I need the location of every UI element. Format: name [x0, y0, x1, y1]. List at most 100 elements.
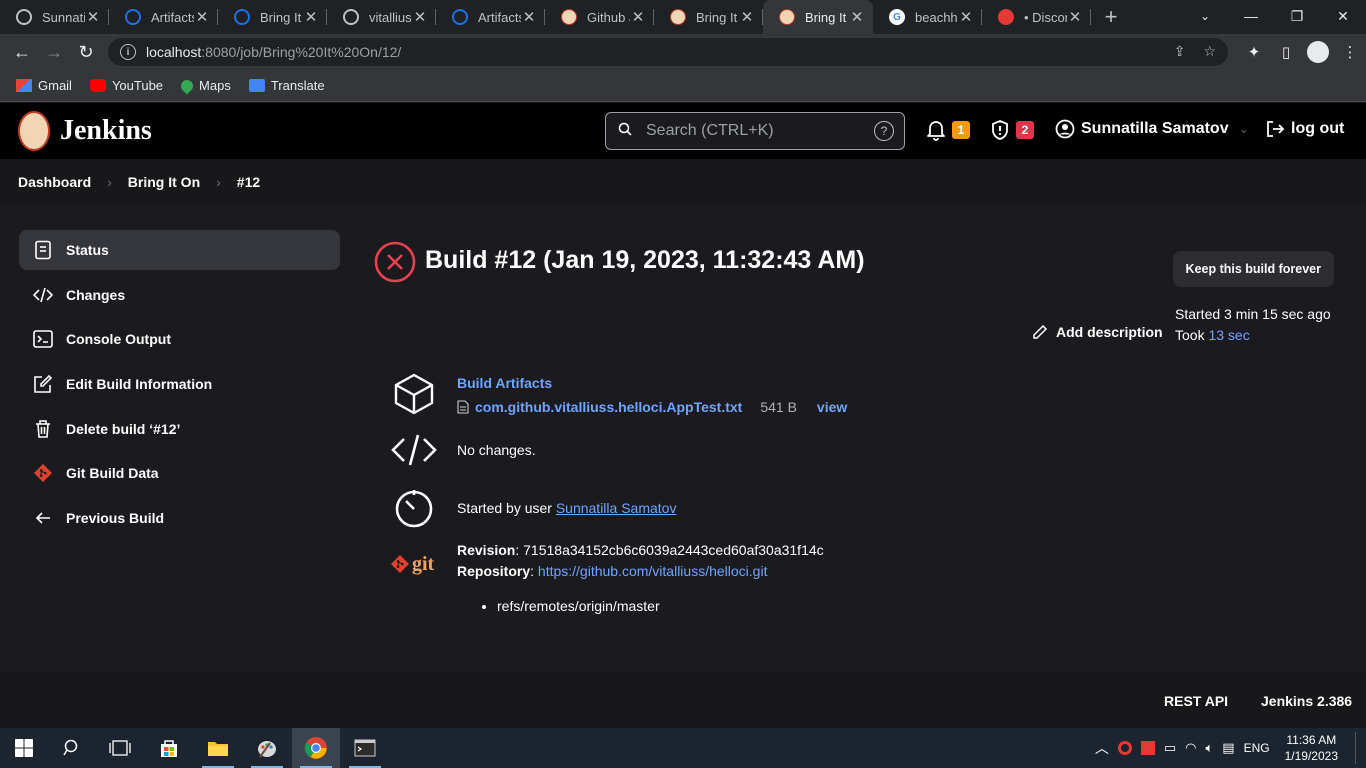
browser-tab[interactable]: Sunnatill✕	[0, 0, 109, 34]
close-tab-icon[interactable]: ✕	[958, 8, 974, 26]
browser-tab[interactable]: Artifacts ✕	[436, 0, 545, 34]
browser-tab[interactable]: Bring It O✕	[763, 0, 873, 34]
sidebar-item-git-build-data[interactable]: Git Build Data	[19, 453, 340, 493]
sidebar-item-console-output[interactable]: Console Output	[19, 319, 340, 359]
notifications-button[interactable]: 1	[926, 119, 970, 141]
close-tab-icon[interactable]: ✕	[849, 8, 865, 26]
chevron-up-icon[interactable]: ︿	[1095, 738, 1109, 758]
close-tab-icon[interactable]: ✕	[739, 8, 755, 26]
close-window-button[interactable]: ✕	[1320, 0, 1366, 32]
security-button[interactable]: 2	[990, 119, 1034, 141]
sidebar-item-status[interactable]: Status	[19, 230, 340, 270]
breadcrumb-build[interactable]: #12	[237, 174, 260, 190]
artifact-file-link[interactable]: com.github.vitalliuss.helloci.AppTest.tx…	[475, 399, 742, 415]
close-tab-icon[interactable]: ✕	[412, 8, 428, 26]
volume-icon[interactable]: 🔈︎	[1205, 740, 1213, 756]
browser-tab[interactable]: Github J✕	[545, 0, 654, 34]
bookmark-star-icon[interactable]: ☆	[1203, 43, 1216, 60]
close-tab-icon[interactable]: ✕	[303, 8, 319, 26]
sidebar-item-changes[interactable]: Changes	[19, 275, 340, 315]
breadcrumb-job[interactable]: Bring It On	[128, 174, 200, 190]
code-icon	[33, 285, 53, 305]
took-duration-link[interactable]: 13 sec	[1208, 327, 1249, 343]
task-view-icon[interactable]	[96, 728, 144, 768]
changes-section: No changes.	[390, 426, 536, 474]
repository-link[interactable]: https://github.com/vitalliuss/helloci.gi…	[538, 563, 768, 579]
tab-title: Artifacts	[478, 9, 521, 25]
search-icon[interactable]	[48, 728, 96, 768]
reload-button[interactable]: ↻	[70, 36, 102, 68]
user-menu[interactable]: Sunnatilla Samatov ⌄	[1055, 119, 1249, 139]
share-icon[interactable]: ⇪	[1174, 43, 1186, 60]
jenkins-logo-icon[interactable]	[18, 111, 50, 151]
close-tab-icon[interactable]: ✕	[194, 8, 210, 26]
chrome-menu-icon[interactable]: ⋮	[1334, 36, 1366, 68]
github-icon	[343, 9, 359, 25]
github-icon	[16, 9, 32, 25]
bookmark-youtube[interactable]: YouTube	[89, 78, 163, 93]
notification-center-icon[interactable]	[1355, 732, 1356, 764]
site-info-icon[interactable]: i	[120, 44, 136, 60]
started-by-user-link[interactable]: Sunnatilla Samatov	[556, 500, 677, 516]
chevron-down-icon[interactable]: ⌄	[1239, 122, 1249, 136]
new-tab-button[interactable]: +	[1091, 0, 1131, 34]
no-changes-text: No changes.	[457, 442, 536, 458]
close-tab-icon[interactable]: ✕	[85, 8, 101, 26]
search-input[interactable]	[646, 122, 866, 140]
bookmark-gmail[interactable]: Gmail	[16, 78, 72, 93]
close-tab-icon[interactable]: ✕	[1067, 8, 1083, 26]
sidebar-item-previous-build[interactable]: Previous Build	[19, 498, 340, 538]
logout-icon	[1267, 121, 1285, 137]
terminal-taskbar-icon[interactable]	[341, 728, 389, 768]
artifact-view-link[interactable]: view	[817, 399, 847, 415]
recording-icon[interactable]	[1117, 741, 1132, 755]
keep-build-forever-button[interactable]: Keep this build forever	[1172, 251, 1334, 287]
extensions-icon[interactable]: ✦	[1238, 36, 1270, 68]
file-explorer-icon[interactable]	[194, 728, 242, 768]
forward-button[interactable]: →	[38, 36, 70, 68]
bell-icon	[927, 121, 945, 141]
close-tab-icon[interactable]: ✕	[521, 8, 537, 26]
bookmark-maps[interactable]: Maps	[178, 77, 231, 94]
wifi-icon[interactable]: ◠	[1185, 740, 1196, 756]
jenkins-version-link[interactable]: Jenkins 2.386	[1261, 693, 1352, 709]
microsoft-store-icon[interactable]	[145, 728, 193, 768]
breadcrumb-dashboard[interactable]: Dashboard	[18, 174, 91, 190]
language-indicator[interactable]: ENG	[1244, 741, 1270, 755]
keyboard-icon[interactable]: ▤	[1222, 740, 1234, 756]
app-tray-icon[interactable]	[1140, 741, 1155, 755]
youtube-icon	[89, 79, 106, 92]
maximize-button[interactable]: ❐	[1274, 0, 1320, 32]
bookmark-translate[interactable]: Translate	[248, 78, 325, 93]
artifact-row: com.github.vitalliuss.helloci.AppTest.tx…	[457, 399, 847, 415]
browser-tab[interactable]: Artifacts ✕	[109, 0, 218, 34]
logout-button[interactable]: log out	[1265, 119, 1344, 139]
sidebar-item-edit-build-information[interactable]: Edit Build Information	[19, 364, 340, 404]
windows-start-icon[interactable]	[0, 728, 48, 768]
jenkins-icon	[779, 9, 795, 25]
back-button[interactable]: ←	[6, 36, 38, 68]
paint-icon[interactable]	[243, 728, 291, 768]
browser-tab[interactable]: vitalliuss✕	[327, 0, 436, 34]
chrome-taskbar-icon[interactable]	[292, 728, 340, 768]
browser-tab[interactable]: Bring It O✕	[654, 0, 763, 34]
address-bar[interactable]: i localhost:8080/job/Bring%20It%20On/12/…	[108, 38, 1228, 66]
browser-tab[interactable]: Gbeachhe✕	[873, 0, 982, 34]
browser-tab[interactable]: Bring It O✕	[218, 0, 327, 34]
add-description-button[interactable]: Add description	[1032, 324, 1163, 340]
user-name: Sunnatilla Samatov	[1081, 120, 1229, 137]
battery-icon[interactable]: ▭	[1164, 740, 1176, 756]
help-icon[interactable]: ?	[874, 121, 894, 141]
rest-api-link[interactable]: REST API	[1164, 693, 1228, 709]
side-panel-icon[interactable]: ▯	[1270, 36, 1302, 68]
browser-tab[interactable]: • Discon✕	[982, 0, 1091, 34]
jenkins-title[interactable]: Jenkins	[60, 115, 152, 147]
minimize-button[interactable]: —	[1228, 0, 1274, 32]
profile-avatar-icon[interactable]	[1302, 36, 1334, 68]
clock[interactable]: 11:36 AM 1/19/2023	[1285, 732, 1338, 764]
build-artifacts-link[interactable]: Build Artifacts	[457, 375, 847, 391]
tab-search-icon[interactable]: ⌄	[1182, 0, 1228, 32]
artifact-size: 541 B	[760, 399, 797, 415]
close-tab-icon[interactable]: ✕	[630, 8, 646, 26]
sidebar-item-delete-build[interactable]: Delete build ‘#12’	[19, 409, 340, 449]
